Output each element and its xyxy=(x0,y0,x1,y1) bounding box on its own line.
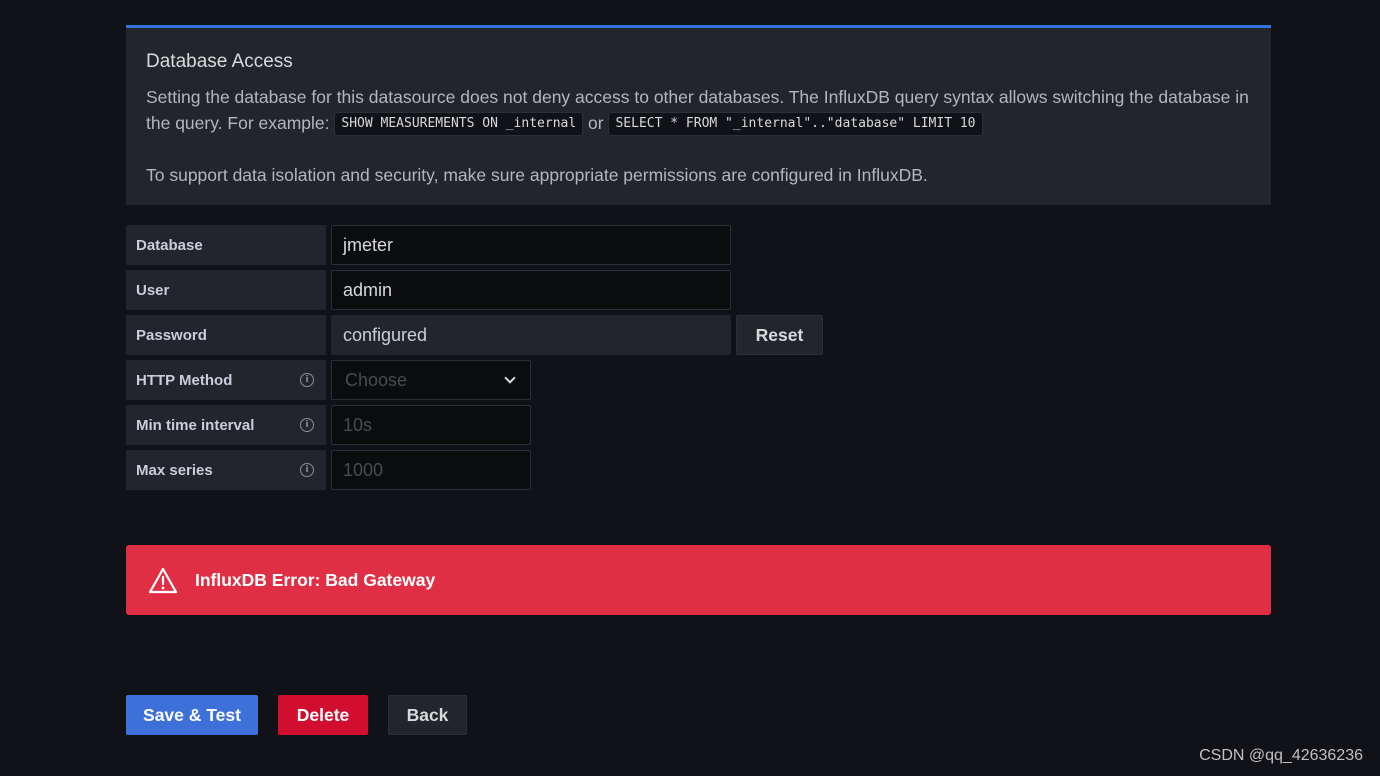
database-access-info-box: Database Access Setting the database for… xyxy=(126,25,1271,205)
back-button[interactable]: Back xyxy=(388,695,467,735)
error-alert: InfluxDB Error: Bad Gateway xyxy=(126,545,1271,615)
info-box-title: Database Access xyxy=(146,51,293,72)
watermark: CSDN @qq_42636236 xyxy=(1199,747,1363,764)
error-alert-message: InfluxDB Error: Bad Gateway xyxy=(195,569,436,590)
http-method-label: HTTP Method i xyxy=(126,360,326,400)
database-input[interactable]: jmeter xyxy=(331,225,731,265)
password-input: configured xyxy=(331,315,731,355)
min-time-interval-label: Min time interval i xyxy=(126,405,326,445)
save-and-test-button[interactable]: Save & Test xyxy=(126,695,258,735)
http-method-row: HTTP Method i Choose xyxy=(126,360,531,400)
code-example-select: SELECT * FROM "_internal".."database" LI… xyxy=(608,112,983,137)
database-row: Database jmeter xyxy=(126,225,731,265)
info-icon[interactable]: i xyxy=(300,373,314,387)
http-method-placeholder: Choose xyxy=(345,369,408,390)
info-icon[interactable]: i xyxy=(300,418,314,432)
datasource-settings-page: Database Access Setting the database for… xyxy=(0,0,1380,776)
database-label: Database xyxy=(126,225,326,265)
delete-button[interactable]: Delete xyxy=(278,695,368,735)
user-input[interactable]: admin xyxy=(331,270,731,310)
max-series-input[interactable]: 1000 xyxy=(331,450,531,490)
info-text-or: or xyxy=(583,113,609,133)
http-method-select[interactable]: Choose xyxy=(331,360,531,400)
max-series-label: Max series i xyxy=(126,450,326,490)
chevron-down-icon xyxy=(504,372,516,384)
user-row: User admin xyxy=(126,270,731,310)
password-row: Password configured Reset xyxy=(126,315,823,355)
min-time-interval-row: Min time interval i 10s xyxy=(126,405,531,445)
info-box-text: Setting the database for this datasource… xyxy=(146,84,1251,137)
min-time-interval-input[interactable]: 10s xyxy=(331,405,531,445)
user-label: User xyxy=(126,270,326,310)
warning-triangle-icon xyxy=(148,567,178,593)
password-label: Password xyxy=(126,315,326,355)
info-box-security-text: To support data isolation and security, … xyxy=(146,165,928,186)
code-example-show-measurements: SHOW MEASUREMENTS ON _internal xyxy=(334,112,584,137)
password-reset-button[interactable]: Reset xyxy=(736,315,823,355)
info-icon[interactable]: i xyxy=(300,463,314,477)
max-series-row: Max series i 1000 xyxy=(126,450,531,490)
